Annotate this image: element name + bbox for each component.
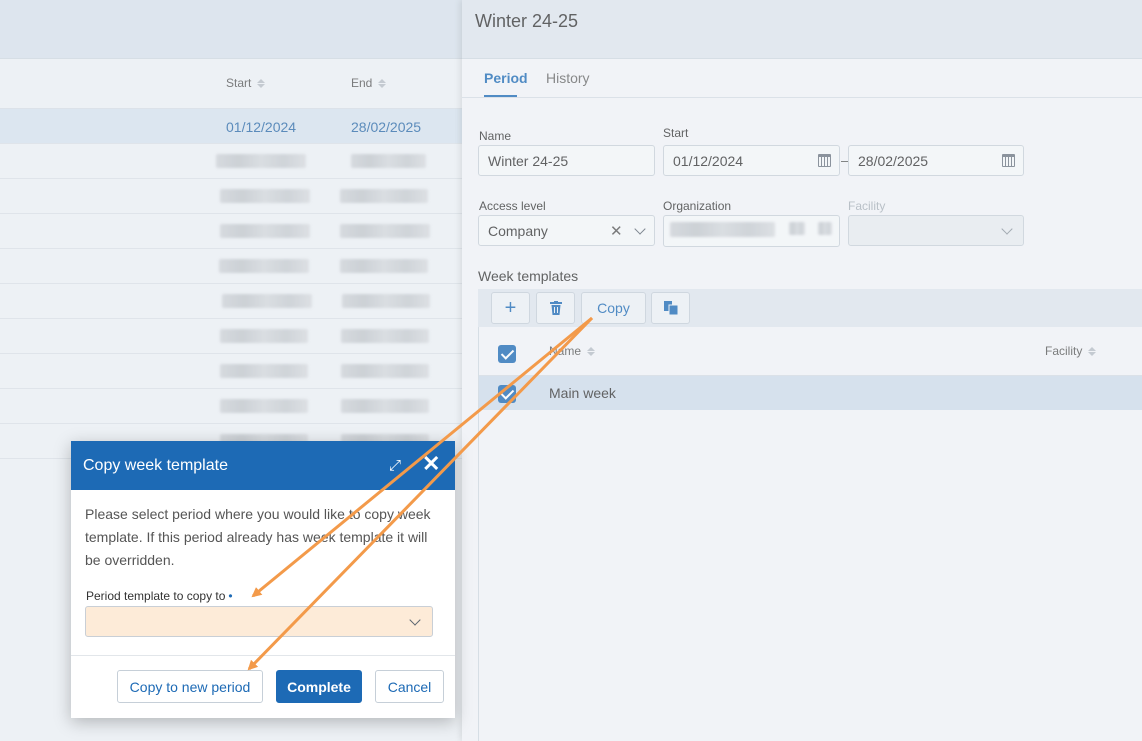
arrow-to-copy-new-period	[247, 316, 594, 671]
arrow-to-period-select	[251, 316, 593, 598]
annotation-arrows	[247, 316, 594, 671]
